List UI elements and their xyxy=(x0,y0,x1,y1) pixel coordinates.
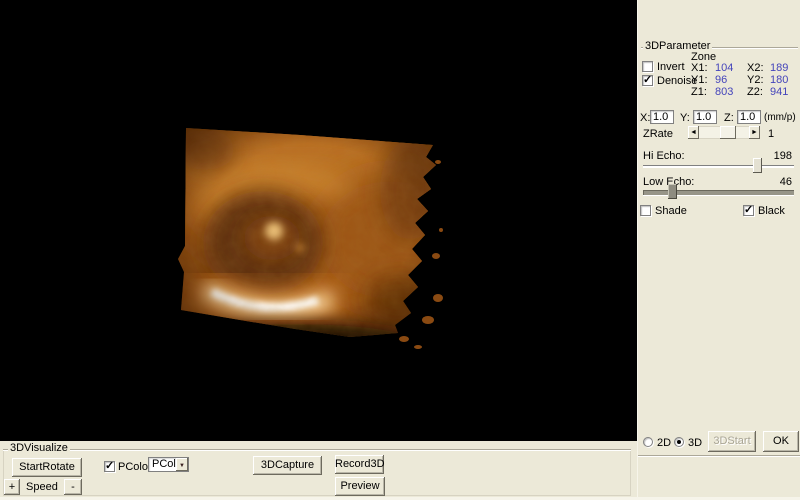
z-scale-input[interactable] xyxy=(737,110,761,124)
invert-label: Invert xyxy=(657,62,685,73)
zrate-scroll-thumb[interactable] xyxy=(720,126,736,139)
z-scale-label: Z: xyxy=(724,113,734,124)
scale-unit-label: (mm/p) xyxy=(764,112,796,123)
low-echo-slider[interactable] xyxy=(643,184,794,200)
x-scale-input[interactable] xyxy=(650,110,674,124)
shade-checkbox[interactable] xyxy=(640,205,651,216)
render-viewport[interactable] xyxy=(0,0,637,441)
shade-label: Shade xyxy=(655,206,687,217)
dropdown-arrow-icon[interactable] xyxy=(176,458,188,471)
black-label: Black xyxy=(758,206,785,217)
3dcapture-button[interactable]: 3DCapture xyxy=(253,456,322,475)
zone-x1-label: X1: xyxy=(691,63,708,74)
pcolor-checkbox[interactable] xyxy=(104,461,115,472)
black-checkbox[interactable] xyxy=(743,205,754,216)
visualize-groupbox-title: 3DVisualize xyxy=(8,443,70,454)
visualize-groupbox-border xyxy=(3,449,631,451)
invert-checkbox[interactable] xyxy=(642,61,653,72)
zrate-value: 1 xyxy=(768,129,774,140)
zone-y2-value: 180 xyxy=(770,75,788,86)
low-echo-track[interactable] xyxy=(643,190,794,195)
x-scale-label: X: xyxy=(640,113,650,124)
3dstart-button[interactable]: 3DStart xyxy=(708,431,756,452)
visualize-panel: 3DVisualize StartRotate + Speed - PColor… xyxy=(0,441,637,500)
start-rotate-button[interactable]: StartRotate xyxy=(12,458,82,477)
panel-divider xyxy=(638,455,800,457)
speed-minus-button[interactable]: - xyxy=(64,479,82,495)
preview-button[interactable]: Preview xyxy=(335,477,385,496)
zone-x2-label: X2: xyxy=(747,63,764,74)
zone-z1-value: 803 xyxy=(715,87,733,98)
parameter-panel: 3DParameter Invert Denoise Zone X1: 104 … xyxy=(637,0,800,500)
hi-echo-slider[interactable] xyxy=(643,158,794,174)
zone-z2-label: Z2: xyxy=(747,87,763,98)
mode-3d-radio[interactable] xyxy=(674,437,684,447)
zone-z1-label: Z1: xyxy=(691,87,707,98)
zrate-scrollbar[interactable] xyxy=(688,126,760,139)
low-echo-thumb[interactable] xyxy=(668,184,677,199)
zone-y1-value: 96 xyxy=(715,75,727,86)
pcolor-label: PColor xyxy=(118,462,152,473)
denoise-checkbox[interactable] xyxy=(642,75,653,86)
check-icon xyxy=(744,203,753,216)
ultrasound-render xyxy=(0,0,637,441)
zone-z2-value: 941 xyxy=(770,87,788,98)
y-scale-label: Y: xyxy=(680,113,690,124)
scroll-left-icon[interactable] xyxy=(688,126,699,139)
ok-button[interactable]: OK xyxy=(763,431,799,452)
speed-label: Speed xyxy=(26,482,58,493)
radio-dot-icon xyxy=(677,440,681,444)
zone-y1-label: Y1: xyxy=(691,75,708,86)
zrate-scroll-track[interactable] xyxy=(699,126,749,139)
app-window: 3DParameter Invert Denoise Zone X1: 104 … xyxy=(0,0,800,500)
mode-2d-label: 2D xyxy=(657,438,671,449)
zone-x2-value: 189 xyxy=(770,63,788,74)
speed-plus-button[interactable]: + xyxy=(4,479,20,495)
hi-echo-thumb[interactable] xyxy=(753,158,762,173)
mode-2d-radio[interactable] xyxy=(643,437,653,447)
mode-3d-label: 3D xyxy=(688,438,702,449)
scroll-right-icon[interactable] xyxy=(749,126,760,139)
zone-y2-label: Y2: xyxy=(747,75,764,86)
record3d-button[interactable]: Record3D xyxy=(335,455,384,474)
pcolor-combobox[interactable]: PColor xyxy=(148,457,189,472)
check-icon xyxy=(105,459,114,472)
zrate-label: ZRate xyxy=(643,129,673,140)
y-scale-input[interactable] xyxy=(693,110,717,124)
check-icon xyxy=(643,73,652,86)
zone-x1-value: 104 xyxy=(715,63,733,74)
hi-echo-track[interactable] xyxy=(643,165,794,168)
